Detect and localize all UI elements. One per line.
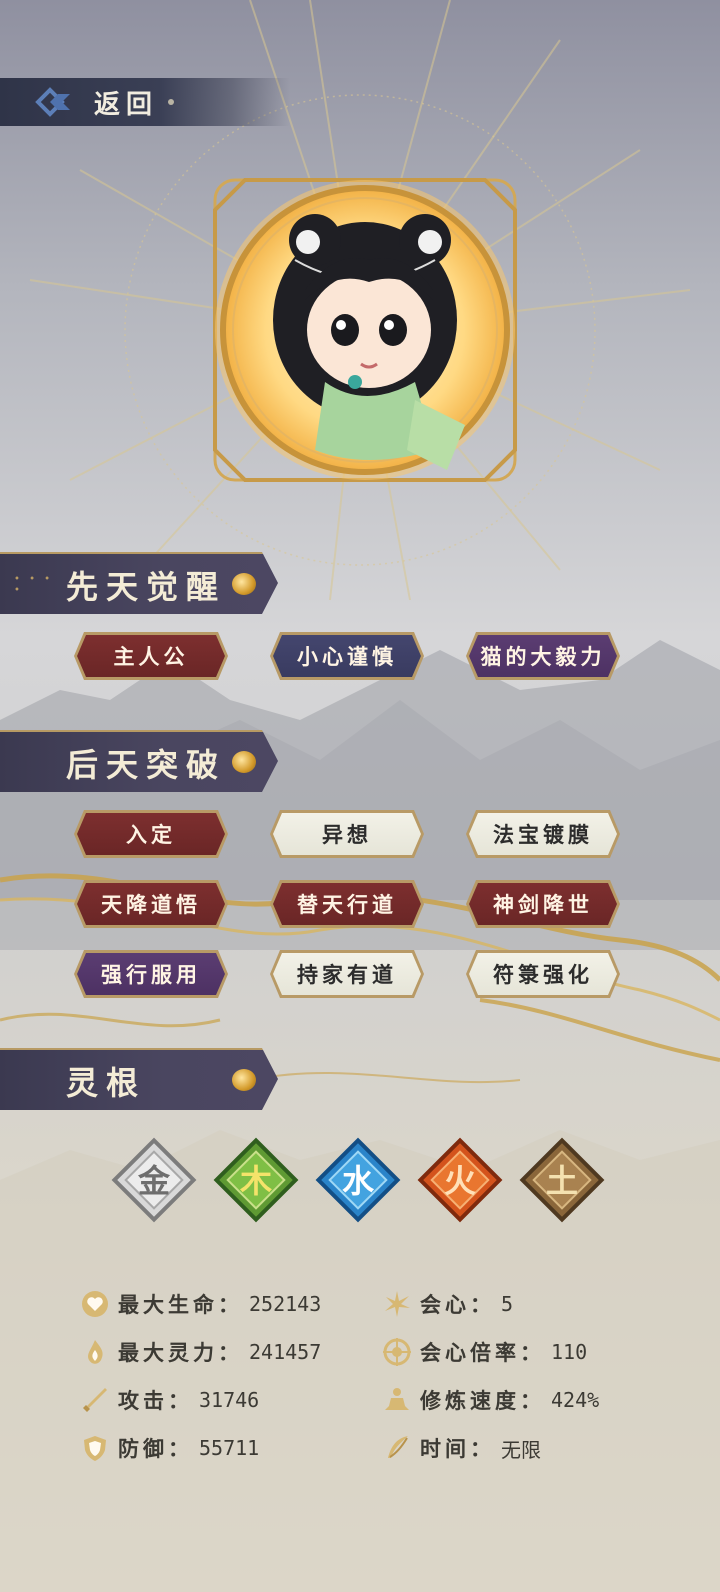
- stat-value: 31746: [199, 1388, 260, 1412]
- element-char: 金: [137, 1162, 171, 1200]
- stat-max-hp: 最大生命： 252143: [80, 1284, 321, 1324]
- shield-icon: [80, 1433, 110, 1463]
- header-dots: • • • •: [14, 574, 54, 596]
- burst-icon: [382, 1289, 412, 1319]
- trait-label: 替天行道: [273, 883, 421, 925]
- target-icon: [382, 1337, 412, 1367]
- element-fire-icon[interactable]: 火: [414, 1134, 506, 1226]
- acquired-trait-3[interactable]: 法宝镀膜: [466, 810, 620, 858]
- trait-label: 法宝镀膜: [469, 813, 617, 855]
- meditation-icon: [382, 1385, 412, 1415]
- element-char: 火: [444, 1162, 476, 1200]
- acquired-trait-5[interactable]: 替天行道: [270, 880, 424, 928]
- stat-value: 110: [551, 1340, 588, 1364]
- section-title-acquired: 后天突破: [66, 746, 227, 784]
- stat-label: 最大生命：: [118, 1292, 243, 1317]
- element-char: 水: [342, 1162, 375, 1200]
- innate-trait-2[interactable]: 小心谨慎: [270, 632, 424, 680]
- stat-max-mana: 最大灵力： 241457: [80, 1332, 321, 1372]
- back-button[interactable]: 返回: [0, 78, 290, 126]
- stat-label: 攻击：: [118, 1388, 193, 1413]
- trait-label: 猫的大毅力: [469, 635, 617, 677]
- back-label: 返回: [94, 89, 159, 120]
- trait-label: 天降道悟: [77, 883, 225, 925]
- section-title-innate: 先天觉醒: [66, 568, 227, 606]
- trait-label: 异想: [273, 813, 421, 855]
- stat-label: 最大灵力：: [118, 1340, 243, 1365]
- stat-label: 修炼速度：: [420, 1388, 545, 1413]
- stat-crit-mult: 会心倍率： 110: [382, 1332, 587, 1372]
- trait-label: 符箓强化: [469, 953, 617, 995]
- acquired-trait-4[interactable]: 天降道悟: [74, 880, 228, 928]
- stat-cultivation-speed: 修炼速度： 424%: [382, 1380, 599, 1420]
- stat-value: 5: [501, 1292, 514, 1316]
- trait-label: 小心谨慎: [273, 635, 421, 677]
- element-char: 土: [546, 1162, 578, 1200]
- stat-label: 防御：: [118, 1436, 193, 1461]
- acquired-trait-9[interactable]: 符箓强化: [466, 950, 620, 998]
- acquired-trait-1[interactable]: 入定: [74, 810, 228, 858]
- character-avatar[interactable]: [185, 150, 545, 510]
- stat-value: 252143: [249, 1292, 322, 1316]
- acquired-trait-6[interactable]: 神剑降世: [466, 880, 620, 928]
- stat-time: 时间： 无限: [382, 1428, 541, 1468]
- stat-label: 时间：: [420, 1436, 495, 1461]
- acquired-trait-7[interactable]: 强行服用: [74, 950, 228, 998]
- section-header-acquired: 后天突破: [0, 730, 278, 792]
- stat-defense: 防御： 55711: [80, 1428, 259, 1468]
- gem-icon: [232, 751, 256, 773]
- feather-icon: [382, 1433, 412, 1463]
- element-metal-icon[interactable]: 金: [108, 1134, 200, 1226]
- trait-label: 持家有道: [273, 953, 421, 995]
- section-header-roots: 灵根: [0, 1048, 278, 1110]
- sword-icon: [80, 1385, 110, 1415]
- trait-label: 神剑降世: [469, 883, 617, 925]
- element-earth-icon[interactable]: 土: [516, 1134, 608, 1226]
- stat-value: 241457: [249, 1340, 322, 1364]
- stat-attack: 攻击： 31746: [80, 1380, 259, 1420]
- stat-crit: 会心： 5: [382, 1284, 513, 1324]
- gem-icon: [232, 1069, 256, 1091]
- section-title-roots: 灵根: [66, 1064, 147, 1102]
- acquired-trait-8[interactable]: 持家有道: [270, 950, 424, 998]
- trait-label: 强行服用: [77, 953, 225, 995]
- section-header-innate: • • • • 先天觉醒: [0, 552, 278, 614]
- element-wood-icon[interactable]: 木: [210, 1134, 302, 1226]
- stat-value: 424%: [551, 1388, 600, 1412]
- trait-label: 主人公: [77, 635, 225, 677]
- element-water-icon[interactable]: 水: [312, 1134, 404, 1226]
- stat-label: 会心倍率：: [420, 1340, 545, 1365]
- back-dot: [168, 99, 175, 105]
- trait-label: 入定: [77, 813, 225, 855]
- innate-trait-3[interactable]: 猫的大毅力: [466, 632, 620, 680]
- innate-trait-1[interactable]: 主人公: [74, 632, 228, 680]
- back-diamond-icon: [32, 80, 76, 124]
- acquired-trait-2[interactable]: 异想: [270, 810, 424, 858]
- stat-label: 会心：: [420, 1292, 495, 1317]
- heart-icon: [80, 1289, 110, 1319]
- gem-icon: [232, 573, 256, 595]
- flame-icon: [80, 1337, 110, 1367]
- stat-value: 55711: [199, 1436, 260, 1460]
- element-char: 木: [239, 1162, 272, 1200]
- stat-value: 无限: [501, 1437, 541, 1462]
